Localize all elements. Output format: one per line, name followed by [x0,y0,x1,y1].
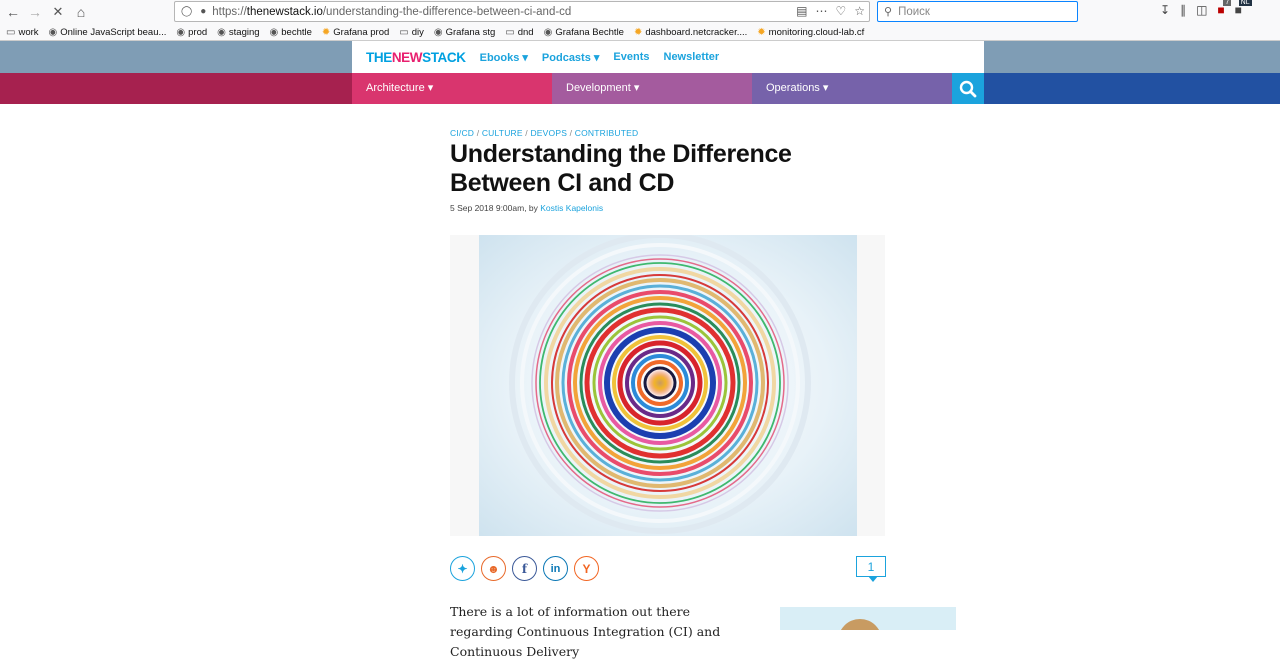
search-input[interactable]: ⚲ Поиск [877,1,1078,22]
bookmark-item[interactable]: ◉ bechtle [270,27,312,38]
globe-icon: ◉ [217,26,226,38]
globe-icon: ◉ [433,26,443,38]
search-icon: ⚲ [884,6,893,18]
breadcrumb: CI/CD / CULTURE / DEVOPS / CONTRIBUTED [450,128,639,138]
page-actions-icon[interactable]: ⋯ [815,4,827,18]
bookmark-item[interactable]: ◉ Grafana stg [434,27,495,38]
grafana-icon: ✹ [633,26,643,38]
tag-culture[interactable]: CULTURE [482,128,523,138]
url-path: /understanding-the-difference-between-ci… [322,5,572,18]
download-icon[interactable]: ↧ [1160,3,1170,17]
category-development[interactable]: Development ▾ [552,73,752,104]
article-body: There is a lot of information out there … [450,604,721,659]
tag-contributed[interactable]: CONTRIBUTED [575,128,639,138]
nav-podcasts[interactable]: Podcasts ▾ [542,51,600,64]
nav-ebooks[interactable]: Ebooks ▾ [480,51,528,64]
back-button[interactable]: ← [2,1,24,23]
bookmark-item[interactable]: ✹ Grafana prod [322,27,389,38]
hackernews-share-button[interactable]: Y [574,556,599,581]
lock-icon: ● [200,6,207,17]
forward-button[interactable]: → [24,1,46,23]
bookmark-item[interactable]: ✹ dashboard.netcracker.... [634,27,747,38]
byline: 5 Sep 2018 9:00am, by Kostis Kapelonis [450,203,603,213]
nav-events[interactable]: Events [613,51,649,63]
article-title: Understanding the Difference Between CI … [450,140,792,197]
site-header: THENEWSTACK Ebooks ▾ Podcasts ▾ Events N… [352,41,984,73]
reader-view-icon[interactable]: ▤ [796,4,807,18]
url-host: thenewstack.io [246,5,323,18]
pocket-icon[interactable]: ♡ [835,4,846,18]
bookmark-star-icon[interactable]: ☆ [854,4,865,18]
home-button[interactable]: ⌂ [70,1,92,23]
article-date: 5 Sep 2018 9:00am, by [450,203,541,213]
extension-badge: 7 [1223,0,1232,6]
site-search-button[interactable] [952,73,984,104]
twitter-icon: ✦ [457,561,468,576]
linkedin-icon: in [550,562,561,575]
bookmarks-bar: ▭ work ◉ Online JavaScript beau... ◉ prod ◉… [0,24,1280,41]
tag-devops[interactable]: DEVOPS [530,128,567,138]
sidebar-icon[interactable]: ◫ [1196,3,1207,17]
url-bar[interactable]: ◯ ● https://thenewstack.io/understanding… [174,1,870,22]
url-scheme: https:// [212,5,247,18]
bookmark-item[interactable]: ▭ dnd [505,27,533,38]
language-badge: NL [1238,0,1252,6]
category-operations[interactable]: Operations ▾ [752,73,952,104]
author-sidebar [780,607,956,630]
library-icon[interactable]: ∥ [1180,3,1186,17]
bookmark-item[interactable]: ▭ diy [399,27,424,38]
tag-cicd[interactable]: CI/CD [450,128,474,138]
folder-icon: ▭ [505,26,515,38]
comment-count-badge[interactable]: 1 [856,556,886,582]
bookmark-item[interactable]: ▭ work [6,27,39,38]
grafana-icon: ✹ [757,26,766,38]
author-avatar [838,619,882,630]
globe-icon: ◉ [269,26,279,38]
language-extension-icon[interactable]: ■ NL [1235,0,1252,17]
author-link[interactable]: Kostis Kapelonis [540,203,603,213]
browser-toolbar: ← → ✕ ⌂ ◯ ● https://thenewstack.io/under… [0,0,1280,24]
bookmark-item[interactable]: ◉ staging [217,27,259,38]
globe-icon: ◉ [176,26,186,38]
linkedin-share-button[interactable]: in [543,556,568,581]
swirl-image [479,235,857,536]
search-placeholder: Поиск [898,5,930,18]
hackernews-icon: Y [582,561,591,576]
category-bar-left [0,73,352,104]
category-bar: Architecture ▾ Development ▾ Operations … [0,73,1280,104]
site-logo[interactable]: THENEWSTACK [366,50,466,65]
category-bar-right [984,73,1280,104]
grafana-icon: ✹ [321,26,331,38]
facebook-icon: f [521,561,528,576]
globe-icon: ◉ [48,26,58,38]
reddit-share-button[interactable]: ☻ [481,556,506,581]
shield-icon: ◯ [181,6,193,17]
hero-image [479,235,857,536]
bookmark-item[interactable]: ✹ monitoring.cloud-lab.cf [757,27,864,38]
folder-icon: ▭ [6,26,16,38]
twitter-share-button[interactable]: ✦ [450,556,475,581]
reddit-icon: ☻ [487,561,500,576]
nav-newsletter[interactable]: Newsletter [664,51,720,63]
folder-icon: ▭ [399,26,409,38]
bookmark-item[interactable]: ◉ Grafana Bechtle [544,27,624,38]
category-architecture[interactable]: Architecture ▾ [352,73,552,104]
hero-image-frame [450,235,885,536]
bookmark-item[interactable]: ◉ Online JavaScript beau... [49,27,167,38]
share-buttons: ✦ ☻ f in Y [450,556,599,581]
ublock-icon[interactable]: ■ 7 [1217,0,1232,17]
stop-button[interactable]: ✕ [47,1,69,23]
bookmark-item[interactable]: ◉ prod [176,27,207,38]
facebook-share-button[interactable]: f [512,556,537,581]
globe-icon: ◉ [543,26,553,38]
search-icon [959,80,977,97]
